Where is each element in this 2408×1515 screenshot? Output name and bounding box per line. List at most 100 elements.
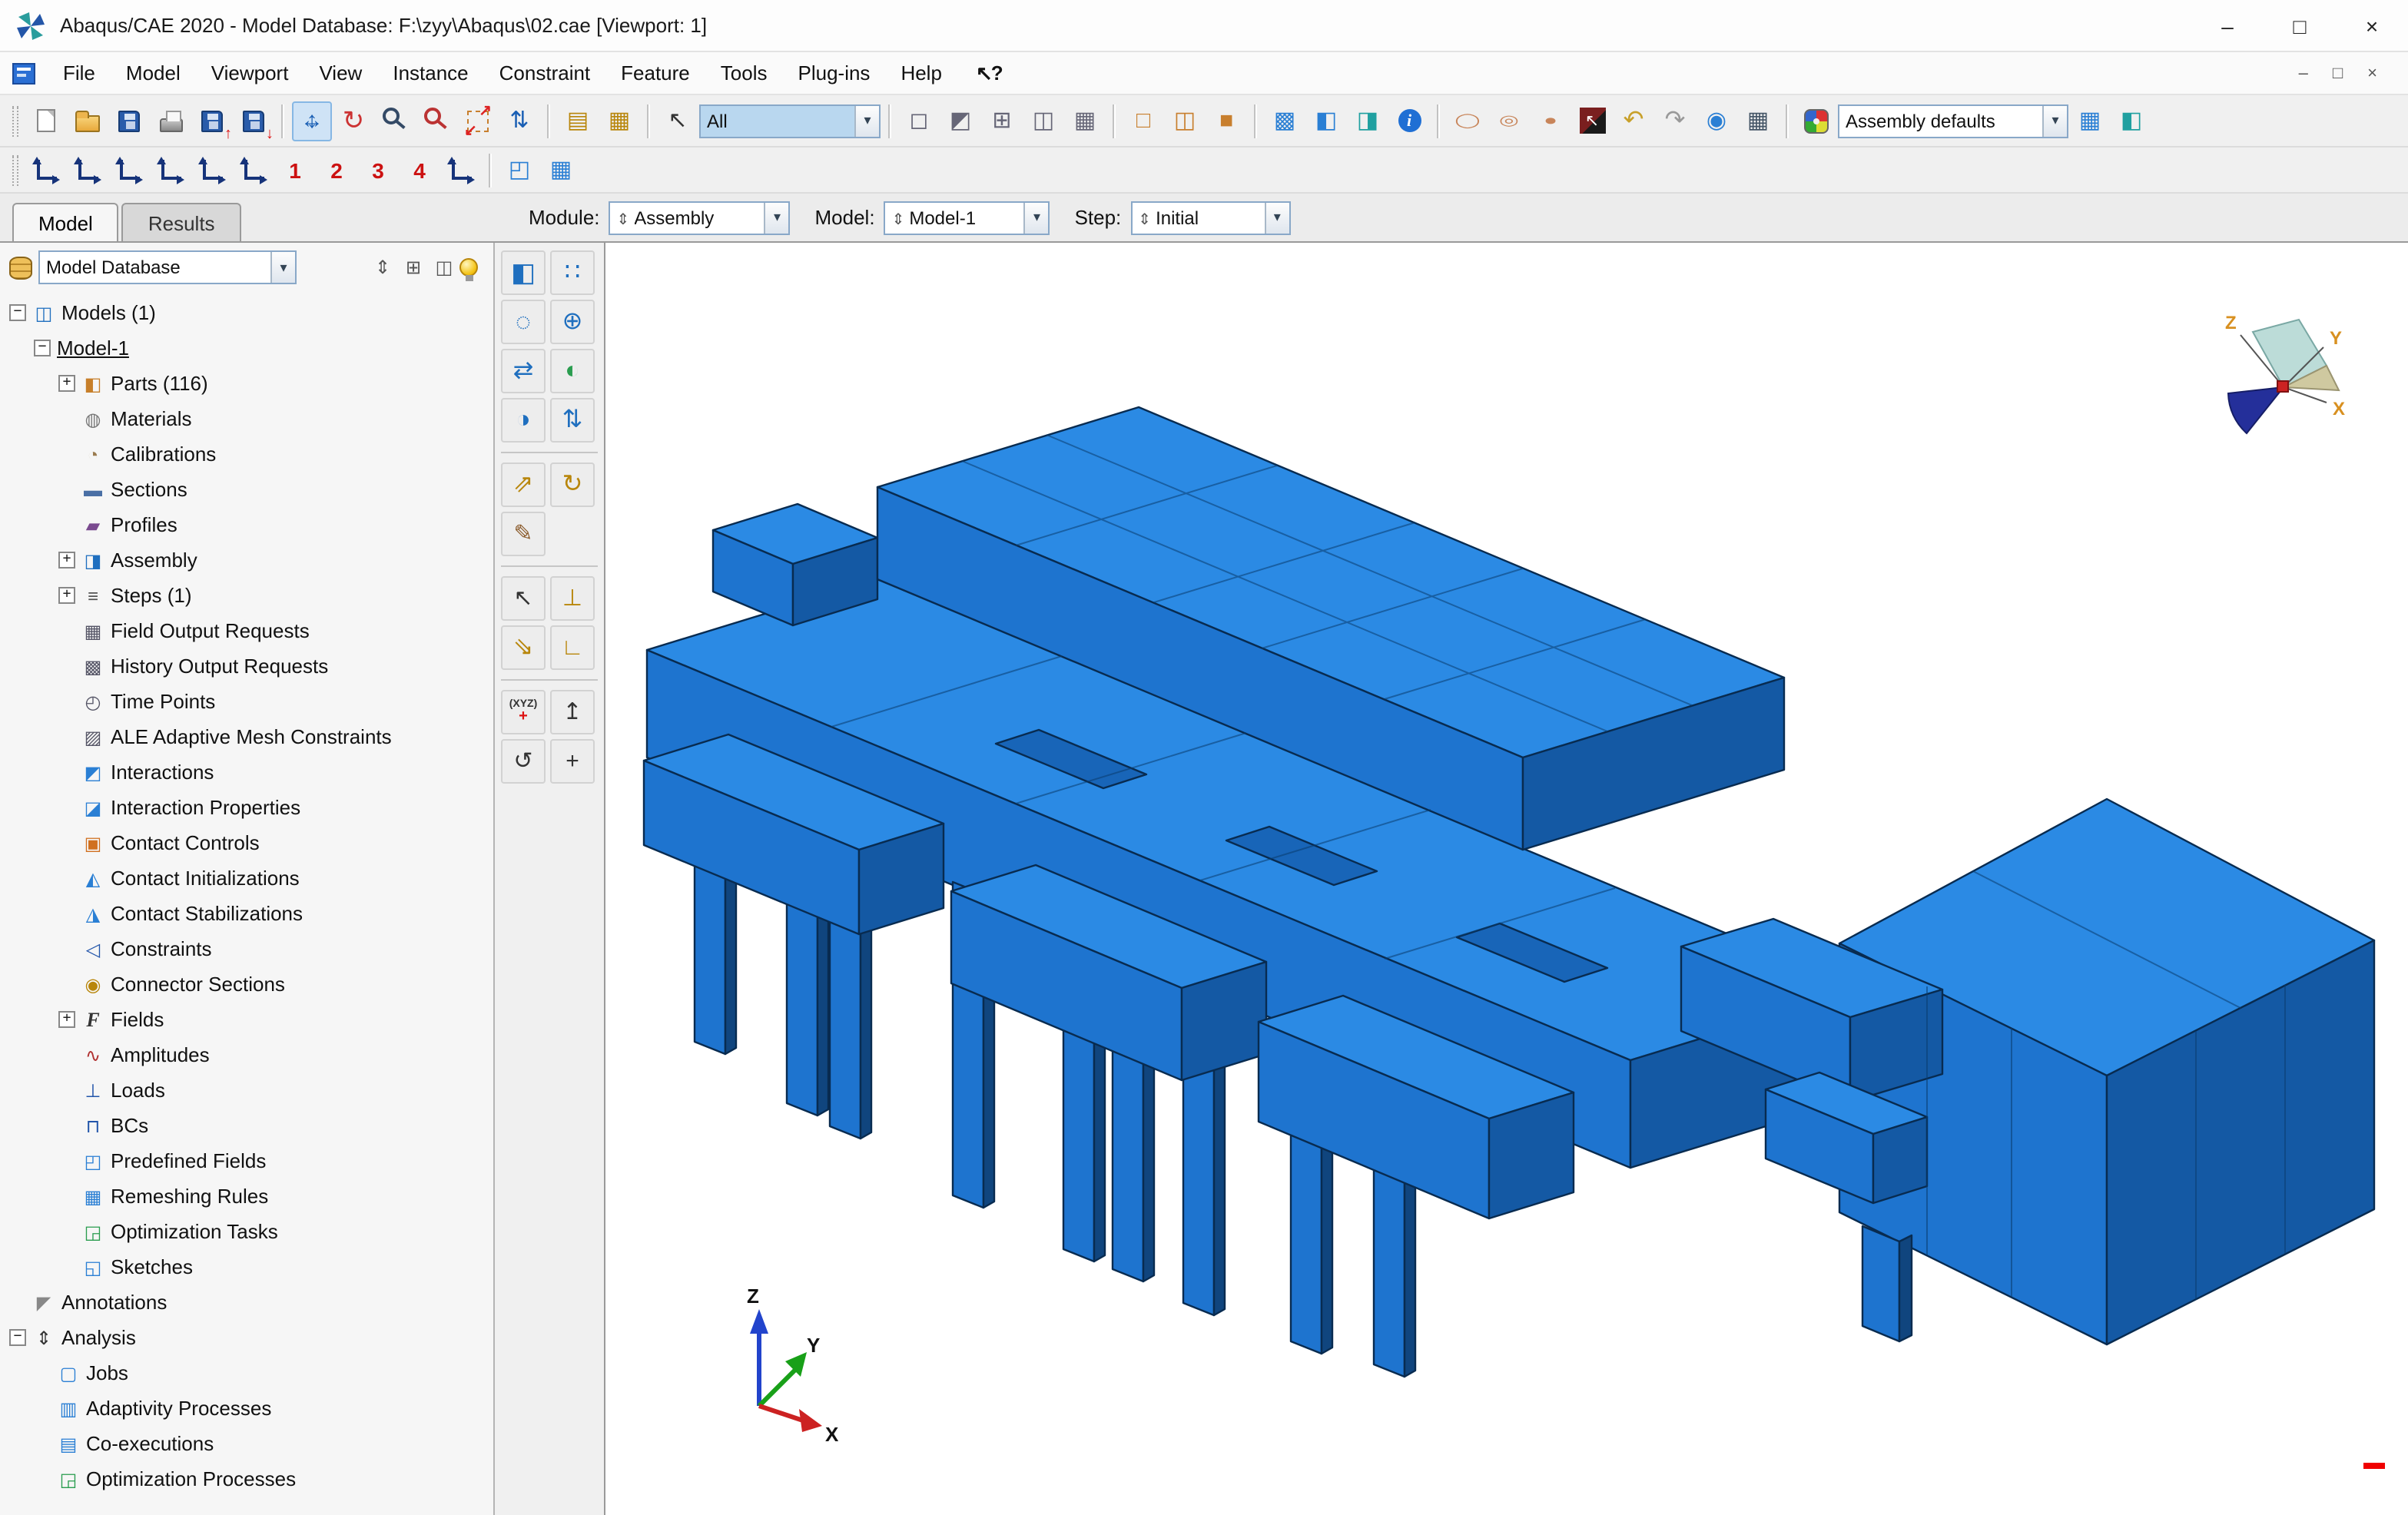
tree-item-optimization-processes[interactable]: ◲Optimization Processes <box>0 1461 493 1497</box>
select-pointer-button[interactable]: ↖ <box>658 101 698 141</box>
tree-item-field-output-requests[interactable]: ▦Field Output Requests <box>0 613 493 648</box>
print-button[interactable] <box>151 101 191 141</box>
filter-edges-button[interactable]: ◩ <box>940 101 980 141</box>
tool-position-constraint-button[interactable]: ∟ <box>550 625 595 670</box>
tree-item-ale-adaptive-mesh-constraints[interactable]: ▨ALE Adaptive Mesh Constraints <box>0 719 493 754</box>
tree-item-co-executions[interactable]: ▤Co-executions <box>0 1426 493 1461</box>
dropdown-arrow-icon[interactable] <box>1024 202 1049 233</box>
render-hidden-button[interactable]: ◫ <box>1165 101 1205 141</box>
tree-item-jobs[interactable]: ▢Jobs <box>0 1355 493 1391</box>
pan-view-button[interactable] <box>292 101 332 141</box>
view-cut-a-button[interactable]: ◯ <box>1448 101 1488 141</box>
spinner-icon[interactable] <box>617 207 630 228</box>
mdi-close-button[interactable]: × <box>2367 64 2377 82</box>
step-select[interactable]: Initial <box>1130 201 1290 234</box>
menu-file[interactable]: File <box>48 57 111 89</box>
fit-view-button[interactable] <box>458 101 498 141</box>
tool-linear-pattern-button[interactable]: ∷ <box>550 250 595 295</box>
tree-item-bcs[interactable]: ⊓BCs <box>0 1108 493 1143</box>
tree-item-model-1[interactable]: −Model-1 <box>0 330 493 366</box>
visibility-a-button[interactable]: ▦ <box>2070 101 2110 141</box>
query-probe-button[interactable]: ▦ <box>599 101 639 141</box>
render-shaded-button[interactable]: ■ <box>1206 101 1246 141</box>
expand-toggle-icon[interactable]: + <box>58 1011 75 1028</box>
document-icon[interactable] <box>12 62 35 84</box>
view-6-button[interactable] <box>234 150 274 190</box>
tool-replace-instance-button[interactable]: ⇄ <box>501 349 546 393</box>
open-database-button[interactable] <box>68 101 108 141</box>
tree-item-interaction-properties[interactable]: ◪Interaction Properties <box>0 790 493 825</box>
tool-xyz-point-button[interactable]: (XYZ)+ <box>501 690 546 734</box>
view-cut-c-button[interactable]: ● <box>1531 101 1571 141</box>
spinner-icon[interactable] <box>1138 207 1151 228</box>
view-preset-2-button[interactable]: 2 <box>317 150 357 190</box>
collapse-toggle-icon[interactable]: − <box>34 340 51 356</box>
filter-all-button[interactable]: ▦ <box>1065 101 1105 141</box>
viewport-canvas[interactable]: Z Y X Z Y X <box>605 243 2408 1515</box>
view-2-button[interactable] <box>68 150 108 190</box>
minimize-button[interactable]: – <box>2191 0 2264 51</box>
tree-item-contact-initializations[interactable]: ◭Contact Initializations <box>0 860 493 896</box>
tree-item-analysis[interactable]: −⇕Analysis <box>0 1320 493 1355</box>
tool-rotate-instance-button[interactable]: ↻ <box>550 462 595 507</box>
view-1-button[interactable] <box>26 150 66 190</box>
tool-stack-instances-button[interactable]: ⇅ <box>550 398 595 443</box>
dropdown-arrow-icon[interactable] <box>270 252 295 283</box>
display-group-b-button[interactable]: ◧ <box>1306 101 1346 141</box>
tree-spinner-button[interactable]: ⇕ <box>367 252 398 283</box>
highlight-select-button[interactable] <box>1572 101 1612 141</box>
tool-csys-tool-button[interactable]: + <box>550 739 595 784</box>
view-preset-1-button[interactable]: 1 <box>275 150 315 190</box>
tool-boolean-cut-button[interactable]: ◑ <box>501 398 546 443</box>
assembly-3d-model[interactable] <box>644 407 2374 1377</box>
tree-item-optimization-tasks[interactable]: ◲Optimization Tasks <box>0 1214 493 1249</box>
toolbar-grip[interactable] <box>12 154 18 185</box>
tree-item-history-output-requests[interactable]: ▩History Output Requests <box>0 648 493 684</box>
tree-item-contact-stabilizations[interactable]: ◮Contact Stabilizations <box>0 896 493 931</box>
new-file-button[interactable] <box>26 101 66 141</box>
tree-item-connector-sections[interactable]: ◉Connector Sections <box>0 966 493 1002</box>
expand-toggle-icon[interactable]: + <box>58 552 75 569</box>
tree-item-calibrations[interactable]: ◔Calibrations <box>0 436 493 472</box>
menu-help[interactable]: Help <box>885 57 957 89</box>
tree-item-models-1-[interactable]: −◫Models (1) <box>0 295 493 330</box>
menu-plug-ins[interactable]: Plug-ins <box>783 57 886 89</box>
tree-item-profiles[interactable]: ▰Profiles <box>0 507 493 542</box>
tree-item-contact-controls[interactable]: ▣Contact Controls <box>0 825 493 860</box>
tool-datum-point-button[interactable]: ⊕ <box>550 300 595 344</box>
toolbar-grip[interactable] <box>12 105 18 136</box>
collapse-toggle-icon[interactable]: − <box>9 304 26 321</box>
collapse-toggle-icon[interactable]: − <box>9 1329 26 1346</box>
tree-item-remeshing-rules[interactable]: ▦Remeshing Rules <box>0 1179 493 1214</box>
view-preset-4-button[interactable]: 4 <box>400 150 439 190</box>
menu-view[interactable]: View <box>303 57 377 89</box>
menu-feature[interactable]: Feature <box>605 57 705 89</box>
expand-toggle-icon[interactable]: + <box>58 375 75 392</box>
tree-item-steps-1-[interactable]: +≡Steps (1) <box>0 578 493 613</box>
mdi-minimize-button[interactable]: – <box>2299 64 2308 82</box>
render-wireframe-button[interactable]: □ <box>1123 101 1163 141</box>
view-preset-3-button[interactable]: 3 <box>358 150 398 190</box>
cycle-views-button[interactable]: ⇅ <box>499 101 539 141</box>
dropdown-arrow-icon[interactable] <box>1264 202 1289 233</box>
tool-merge-instances-button[interactable]: ◐ <box>550 349 595 393</box>
viewport-grid-button[interactable]: ▦ <box>541 150 581 190</box>
zoom-box-button[interactable] <box>416 101 456 141</box>
expand-toggle-icon[interactable]: + <box>58 587 75 604</box>
close-button[interactable]: × <box>2336 0 2408 51</box>
tree-item-adaptivity-processes[interactable]: ▥Adaptivity Processes <box>0 1391 493 1426</box>
model-select[interactable]: Model-1 <box>884 201 1050 234</box>
tree-item-sketches[interactable]: ◱Sketches <box>0 1249 493 1285</box>
display-defaults-select[interactable]: Assembly defaults <box>1838 104 2068 138</box>
menu-model[interactable]: Model <box>111 57 196 89</box>
probe-values-button[interactable]: ◉ <box>1697 101 1736 141</box>
dropdown-arrow-icon[interactable] <box>2042 105 2067 136</box>
dropdown-arrow-icon[interactable] <box>765 202 789 233</box>
view-4-button[interactable] <box>151 150 191 190</box>
tool-translate-to-button[interactable]: ⇘ <box>501 625 546 670</box>
view-triad[interactable]: Z Y X <box>2225 313 2345 433</box>
tool-rotate-axis-tool-button[interactable]: ↺ <box>501 739 546 784</box>
tool-axis-tool-button[interactable]: ↥ <box>550 690 595 734</box>
tree-item-constraints[interactable]: ◁Constraints <box>0 931 493 966</box>
dropdown-arrow-icon[interactable] <box>854 105 879 136</box>
